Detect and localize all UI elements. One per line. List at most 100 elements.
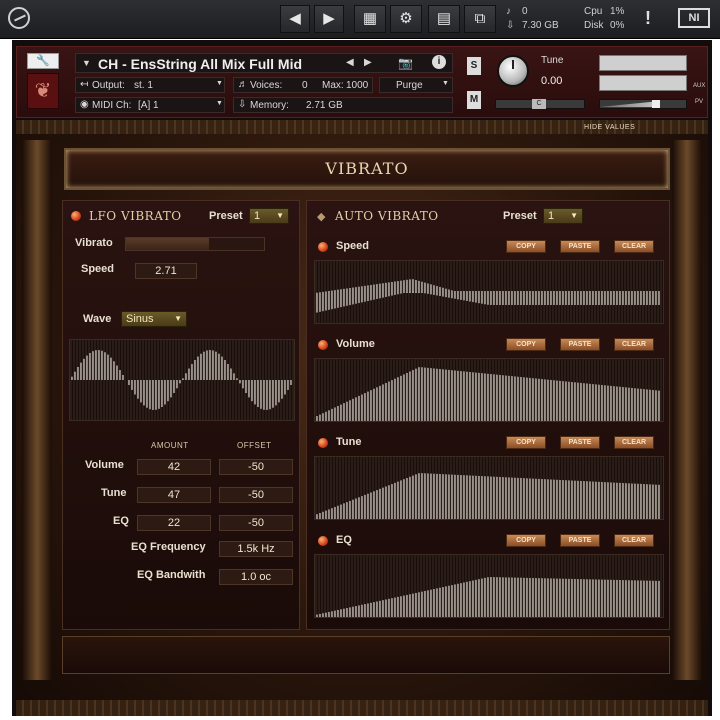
layout-icon[interactable]: ▤ [428,5,460,33]
tune-clear-button[interactable]: CLEAR [614,436,654,449]
warning-indicator[interactable]: ! [645,8,651,29]
voices-icon: ♬ [238,79,248,90]
amount-header: AMOUNT [151,441,189,450]
eq-amount-value[interactable]: 22 [137,515,211,531]
aux-label[interactable]: AUX [693,83,705,89]
tune-amount-value[interactable]: 47 [137,487,211,503]
voices-value: 0 [302,80,308,91]
pan-slider[interactable]: C [495,99,585,109]
eq-bandwidth-value[interactable]: 1.0 oc [219,569,293,585]
wrench-icon[interactable]: 🔧 [27,53,59,69]
left-pillar [22,140,52,680]
instrument-logo: ❦ [27,73,59,109]
lfo-enable-led[interactable] [71,211,81,221]
volume-slider-handle[interactable] [652,100,660,108]
output-icon: ↤ [80,79,89,90]
volume-env-label: Volume [336,338,375,350]
info-icon[interactable]: i [432,55,446,69]
speed-copy-button[interactable]: COPY [506,240,546,253]
speed-value[interactable]: 2.71 [135,263,197,279]
purge-field[interactable]: Purge ▼ [379,77,453,93]
volume-clear-button[interactable]: CLEAR [614,338,654,351]
memory-icon: ⇩ [506,20,515,31]
tune-label: Tune [541,55,564,66]
eq-paste-button[interactable]: PASTE [560,534,600,547]
auto-preset-dropdown[interactable]: 1 ▼ [543,208,583,224]
instrument-header: 🔧 ❦ ▼ CH - EnsString All Mix Full Mid ◀ … [16,46,708,118]
volume-envelope-display[interactable] [314,358,664,422]
disk-value: 0% [610,20,625,31]
eq-envelope-graph [315,555,662,617]
lfo-vibrato-panel: LFO VIBRATO Preset 1 ▼ Vibrato Speed 2.7… [62,200,300,630]
eq-envelope-display[interactable] [314,554,664,618]
tune-offset-value[interactable]: -50 [219,487,293,503]
mute-button[interactable]: M [467,91,481,109]
voices-field: ♬ Voices: 0 Max: 1000 [233,77,373,93]
gear-icon[interactable]: ⚙ [390,5,422,33]
lfo-preset-dropdown[interactable]: 1 ▼ [249,208,289,224]
volume-amount-value[interactable]: 42 [137,459,211,475]
midi-label: MIDI Ch: [92,100,132,111]
kontakt-logo-icon[interactable] [8,7,30,29]
max-label: Max: [322,80,344,91]
tune-env-led[interactable] [318,438,328,448]
tune-value[interactable]: 0.00 [541,75,562,87]
envelope-speed: Speed COPY PASTE CLEAR [306,232,670,330]
midi-dropdown-icon[interactable]: ▼ [216,100,223,107]
bottom-ornament [16,700,708,716]
instrument-name-field[interactable]: ▼ CH - EnsString All Mix Full Mid ◀ ▶ 📷 … [75,53,453,73]
midi-channel-field[interactable]: ◉ MIDI Ch: [A] 1 ▼ [75,97,225,113]
speed-clear-button[interactable]: CLEAR [614,240,654,253]
lfo-title: LFO VIBRATO [89,209,182,223]
volume-copy-button[interactable]: COPY [506,338,546,351]
right-pillar [672,140,702,680]
volume-slider[interactable] [599,99,687,109]
auto-preset-value: 1 [548,210,555,222]
eq-offset-value[interactable]: -50 [219,515,293,531]
hide-values-button[interactable]: HIDE VALUES [584,124,635,131]
solo-button[interactable]: S [467,57,481,75]
tune-knob[interactable] [497,55,529,87]
eq-frequency-value[interactable]: 1.5k Hz [219,541,293,557]
footer-bar [62,636,670,674]
eq-copy-button[interactable]: COPY [506,534,546,547]
eq-env-led[interactable] [318,536,328,546]
envelope-volume: Volume COPY PASTE CLEAR [306,330,670,428]
volume-env-led[interactable] [318,340,328,350]
next-arrow-icon[interactable]: ▶ [314,5,344,33]
next-instrument-icon[interactable]: ▶ [364,57,372,68]
wave-dropdown[interactable]: Sinus ▼ [121,311,187,327]
tune-paste-button[interactable]: PASTE [560,436,600,449]
center-marker: C [532,99,546,109]
vibrato-slider[interactable] [125,237,265,251]
auto-enable-icon[interactable]: ◆ [317,210,325,223]
vibrato-title: VIBRATO [325,159,409,178]
eq-mod-label: EQ [113,515,129,527]
lfo-waveform-graph [70,340,294,420]
prev-instrument-icon[interactable]: ◀ [346,57,354,68]
purge-dropdown-icon[interactable]: ▼ [442,80,449,87]
cpu-value: 1% [610,6,625,17]
speed-env-led[interactable] [318,242,328,252]
output-field[interactable]: ↤ Output: st. 1 ▼ [75,77,225,93]
speed-paste-button[interactable]: PASTE [560,240,600,253]
camera-icon[interactable]: 📷 [398,56,413,70]
pv-label[interactable]: PV [695,99,703,105]
output-value: st. 1 [134,80,153,91]
vibrato-label: Vibrato [75,237,113,249]
purge-label: Purge [396,80,423,91]
host-memory: 7.30 GB [522,20,559,31]
save-icon[interactable]: ▦ [354,5,386,33]
prev-arrow-icon[interactable]: ◀ [280,5,310,33]
volume-paste-button[interactable]: PASTE [560,338,600,351]
max-value[interactable]: 1000 [346,80,368,91]
volume-offset-value[interactable]: -50 [219,459,293,475]
tune-envelope-display[interactable] [314,456,664,520]
output-dropdown-icon[interactable]: ▼ [216,80,223,87]
tune-copy-button[interactable]: COPY [506,436,546,449]
resize-icon[interactable]: ⧉ [464,5,496,33]
memory-value: 2.71 GB [306,100,343,111]
eq-frequency-label: EQ Frequency [131,541,206,553]
eq-clear-button[interactable]: CLEAR [614,534,654,547]
speed-envelope-display[interactable] [314,260,664,324]
